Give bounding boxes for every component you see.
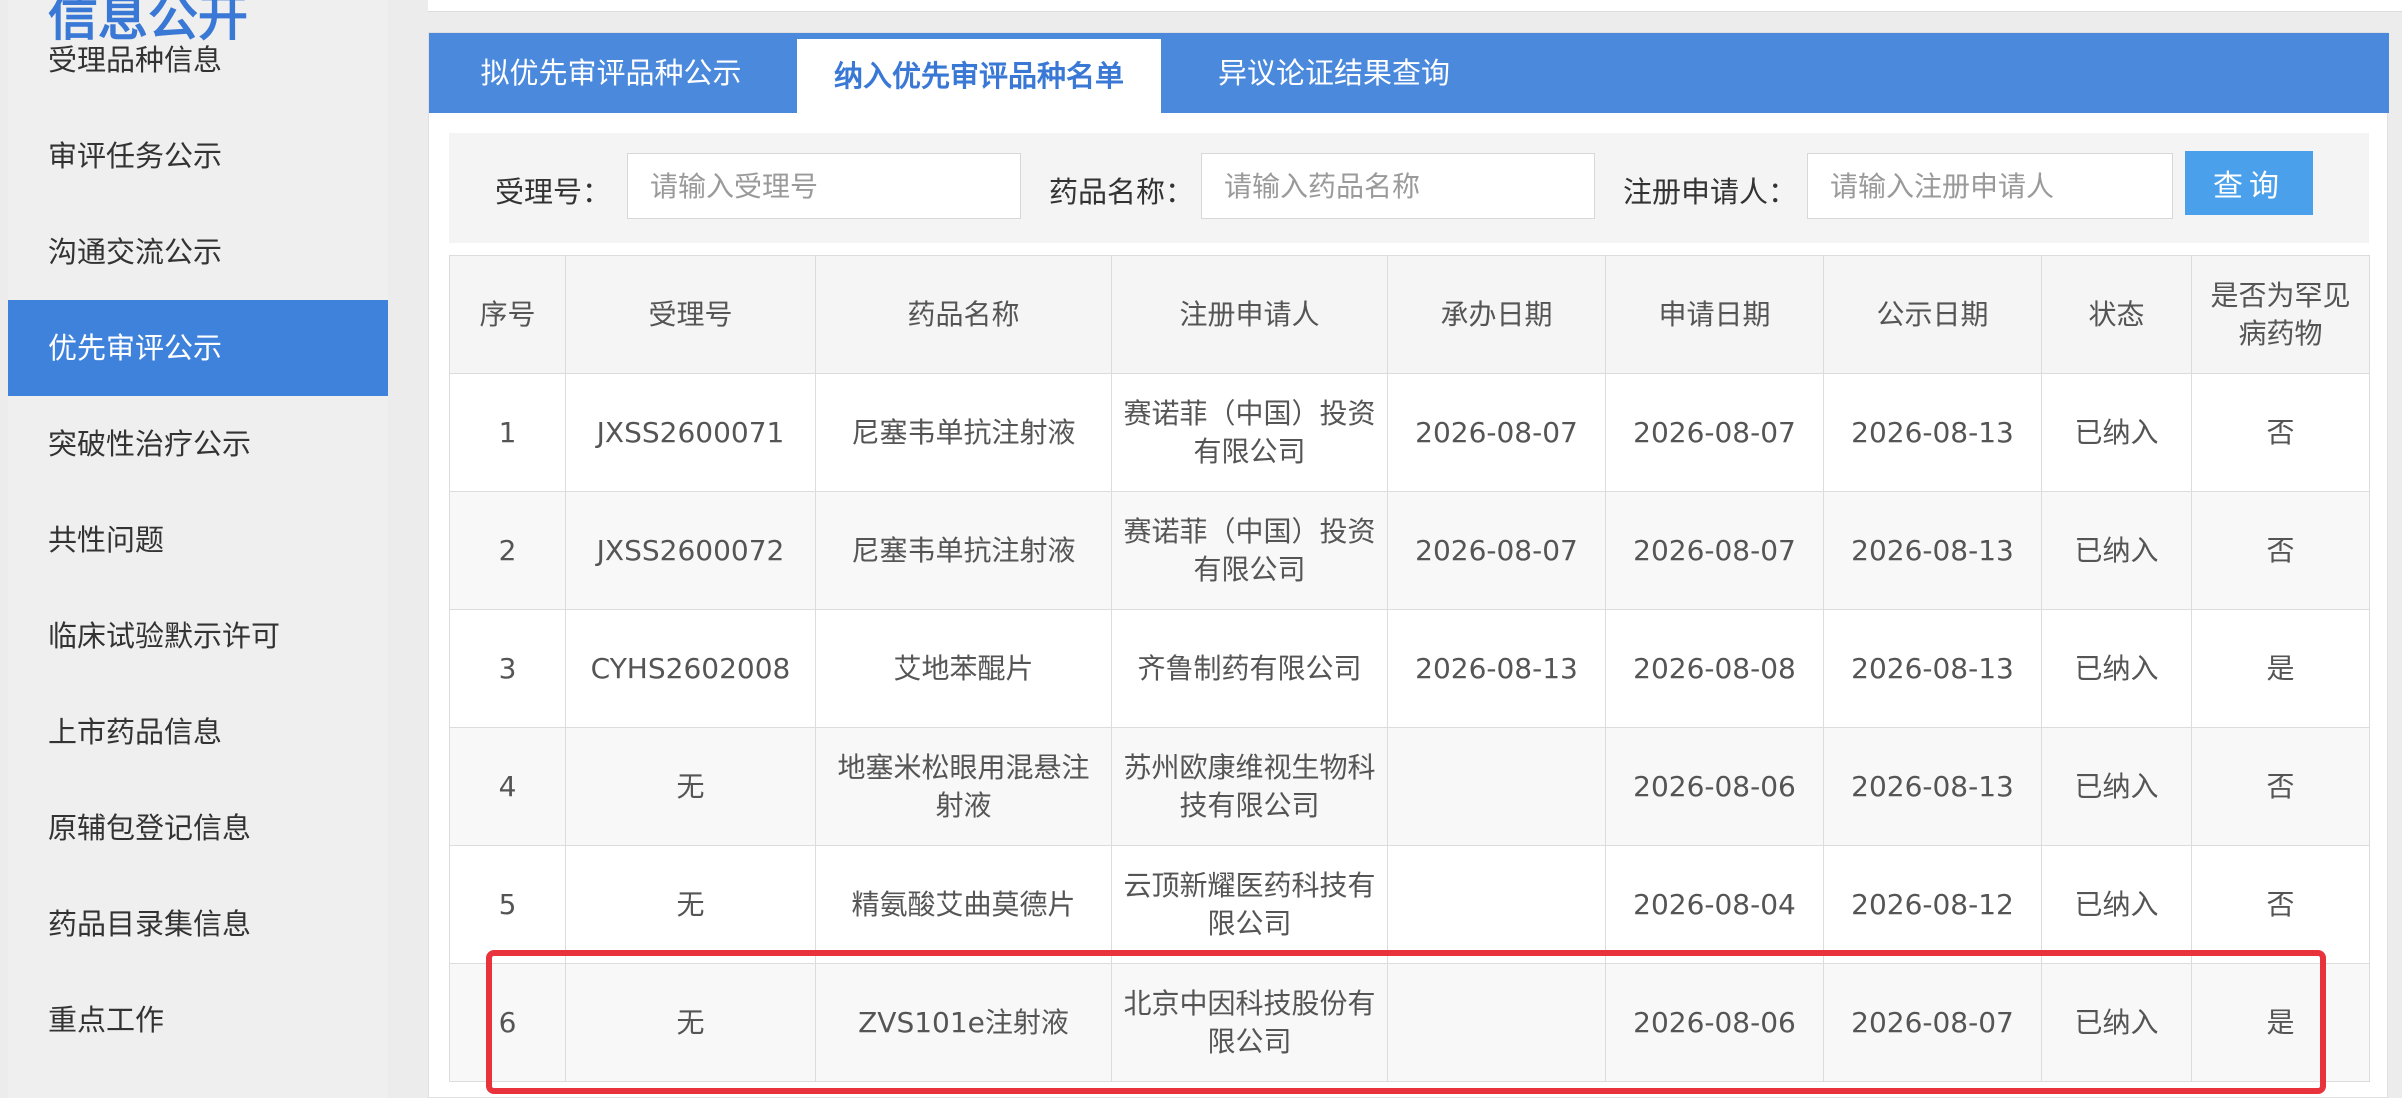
sidebar-item-accepted-varieties[interactable]: 受理品种信息 <box>8 12 388 108</box>
cell-accept-no: JXSS2600072 <box>565 491 816 610</box>
cell-accept-no: JXSS2600071 <box>565 373 816 492</box>
cell-status: 已纳入 <box>2041 845 2192 964</box>
cell-serial: 6 <box>449 963 566 1082</box>
header-applicant: 注册申请人 <box>1111 255 1388 374</box>
cell-status: 已纳入 <box>2041 373 2192 492</box>
cell-publication-date: 2026-08-13 <box>1823 373 2042 492</box>
cell-applicant: 苏州欧康维视生物科技有限公司 <box>1111 727 1388 846</box>
cell-applicant: 赛诺菲（中国）投资有限公司 <box>1111 373 1388 492</box>
cell-rare-disease: 是 <box>2191 963 2370 1082</box>
table-row[interactable]: 1 JXSS2600071 尼塞韦单抗注射液 赛诺菲（中国）投资有限公司 202… <box>449 373 2370 492</box>
header-application-date: 申请日期 <box>1605 255 1824 374</box>
cell-accept-no: 无 <box>565 727 816 846</box>
sidebar-item-clinical-trial-permit[interactable]: 临床试验默示许可 <box>8 588 388 684</box>
cell-publication-date: 2026-08-07 <box>1823 963 2042 1082</box>
sidebar-item-breakthrough-therapy[interactable]: 突破性治疗公示 <box>8 396 388 492</box>
cell-rare-disease: 否 <box>2191 373 2370 492</box>
page: 信息公开 受理品种信息 审评任务公示 沟通交流公示 优先审评公示 突破性治疗公示… <box>0 0 2402 1098</box>
cell-handling-date: 2026-08-13 <box>1387 609 1606 728</box>
accept-no-input[interactable] <box>627 153 1021 219</box>
cell-status: 已纳入 <box>2041 727 2192 846</box>
cell-serial: 1 <box>449 373 566 492</box>
table-row[interactable]: 6 无 ZVS101e注射液 北京中因科技股份有限公司 2026-08-06 2… <box>449 963 2370 1082</box>
cell-rare-disease: 是 <box>2191 609 2370 728</box>
cell-application-date: 2026-08-06 <box>1605 727 1824 846</box>
tab-objection-results[interactable]: 异议论证结果查询 <box>1169 33 1499 113</box>
cell-application-date: 2026-08-07 <box>1605 491 1824 610</box>
cell-drug-name: 尼塞韦单抗注射液 <box>815 491 1112 610</box>
sidebar-item-key-work[interactable]: 重点工作 <box>8 972 388 1068</box>
cell-application-date: 2026-08-08 <box>1605 609 1824 728</box>
cell-status: 已纳入 <box>2041 963 2192 1082</box>
cell-handling-date: 2026-08-07 <box>1387 491 1606 610</box>
cell-drug-name: 地塞米松眼用混悬注射液 <box>815 727 1112 846</box>
sidebar-item-review-tasks[interactable]: 审评任务公示 <box>8 108 388 204</box>
search-bar: 受理号： 药品名称： 注册申请人： 查询 <box>449 133 2369 243</box>
header-serial: 序号 <box>449 255 566 374</box>
sidebar-item-common-issues[interactable]: 共性问题 <box>8 492 388 588</box>
cell-accept-no: 无 <box>565 845 816 964</box>
header-drug-name: 药品名称 <box>815 255 1112 374</box>
sidebar-item-marketed-drugs[interactable]: 上市药品信息 <box>8 684 388 780</box>
cell-publication-date: 2026-08-13 <box>1823 727 2042 846</box>
search-button[interactable]: 查询 <box>2185 151 2313 215</box>
header-handling-date: 承办日期 <box>1387 255 1606 374</box>
cell-handling-date <box>1387 963 1606 1082</box>
table-row[interactable]: 5 无 精氨酸艾曲莫德片 云顶新耀医药科技有限公司 2026-08-04 202… <box>449 845 2370 964</box>
table-header-row: 序号 受理号 药品名称 注册申请人 承办日期 申请日期 公示日期 状态 是否为罕… <box>449 255 2370 374</box>
cell-drug-name: ZVS101e注射液 <box>815 963 1112 1082</box>
cell-drug-name: 艾地苯醌片 <box>815 609 1112 728</box>
tab-included-priority[interactable]: 纳入优先审评品种名单 <box>797 39 1161 113</box>
cell-serial: 4 <box>449 727 566 846</box>
cell-applicant: 北京中因科技股份有限公司 <box>1111 963 1388 1082</box>
cell-application-date: 2026-08-07 <box>1605 373 1824 492</box>
top-divider <box>428 0 2402 12</box>
sidebar: 信息公开 受理品种信息 审评任务公示 沟通交流公示 优先审评公示 突破性治疗公示… <box>8 0 388 1098</box>
cell-application-date: 2026-08-04 <box>1605 845 1824 964</box>
tab-bar: 拟优先审评品种公示 纳入优先审评品种名单 异议论证结果查询 <box>429 33 2389 113</box>
cell-applicant: 齐鲁制药有限公司 <box>1111 609 1388 728</box>
table-row[interactable]: 3 CYHS2602008 艾地苯醌片 齐鲁制药有限公司 2026-08-13 … <box>449 609 2370 728</box>
cell-rare-disease: 否 <box>2191 491 2370 610</box>
cell-status: 已纳入 <box>2041 491 2192 610</box>
cell-status: 已纳入 <box>2041 609 2192 728</box>
results-table: 序号 受理号 药品名称 注册申请人 承办日期 申请日期 公示日期 状态 是否为罕… <box>449 255 2370 1082</box>
sidebar-item-priority-review[interactable]: 优先审评公示 <box>8 300 388 396</box>
cell-publication-date: 2026-08-13 <box>1823 491 2042 610</box>
cell-accept-no: 无 <box>565 963 816 1082</box>
sidebar-menu: 受理品种信息 审评任务公示 沟通交流公示 优先审评公示 突破性治疗公示 共性问题… <box>8 12 388 1068</box>
tab-proposed-priority[interactable]: 拟优先审评品种公示 <box>429 33 793 113</box>
applicant-input[interactable] <box>1807 153 2173 219</box>
table-row[interactable]: 4 无 地塞米松眼用混悬注射液 苏州欧康维视生物科技有限公司 2026-08-0… <box>449 727 2370 846</box>
header-status: 状态 <box>2041 255 2192 374</box>
header-publication-date: 公示日期 <box>1823 255 2042 374</box>
cell-rare-disease: 否 <box>2191 727 2370 846</box>
drug-name-input[interactable] <box>1201 153 1595 219</box>
header-accept-no: 受理号 <box>565 255 816 374</box>
sidebar-item-materials-registration[interactable]: 原辅包登记信息 <box>8 780 388 876</box>
accept-no-label: 受理号： <box>495 175 612 209</box>
cell-serial: 3 <box>449 609 566 728</box>
main-panel: 拟优先审评品种公示 纳入优先审评品种名单 异议论证结果查询 受理号： 药品名称：… <box>428 32 2389 1098</box>
cell-publication-date: 2026-08-12 <box>1823 845 2042 964</box>
drug-name-label: 药品名称： <box>1049 175 1195 209</box>
cell-applicant: 赛诺菲（中国）投资有限公司 <box>1111 491 1388 610</box>
cell-drug-name: 尼塞韦单抗注射液 <box>815 373 1112 492</box>
cell-handling-date <box>1387 845 1606 964</box>
cell-application-date: 2026-08-06 <box>1605 963 1824 1082</box>
cell-applicant: 云顶新耀医药科技有限公司 <box>1111 845 1388 964</box>
cell-serial: 5 <box>449 845 566 964</box>
sidebar-item-drug-catalog[interactable]: 药品目录集信息 <box>8 876 388 972</box>
cell-accept-no: CYHS2602008 <box>565 609 816 728</box>
cell-handling-date <box>1387 727 1606 846</box>
sidebar-item-communication[interactable]: 沟通交流公示 <box>8 204 388 300</box>
cell-handling-date: 2026-08-07 <box>1387 373 1606 492</box>
table-row[interactable]: 2 JXSS2600072 尼塞韦单抗注射液 赛诺菲（中国）投资有限公司 202… <box>449 491 2370 610</box>
applicant-label: 注册申请人： <box>1623 175 1798 209</box>
header-rare-disease: 是否为罕见病药物 <box>2191 255 2370 374</box>
cell-drug-name: 精氨酸艾曲莫德片 <box>815 845 1112 964</box>
cell-serial: 2 <box>449 491 566 610</box>
cell-rare-disease: 否 <box>2191 845 2370 964</box>
cell-publication-date: 2026-08-13 <box>1823 609 2042 728</box>
